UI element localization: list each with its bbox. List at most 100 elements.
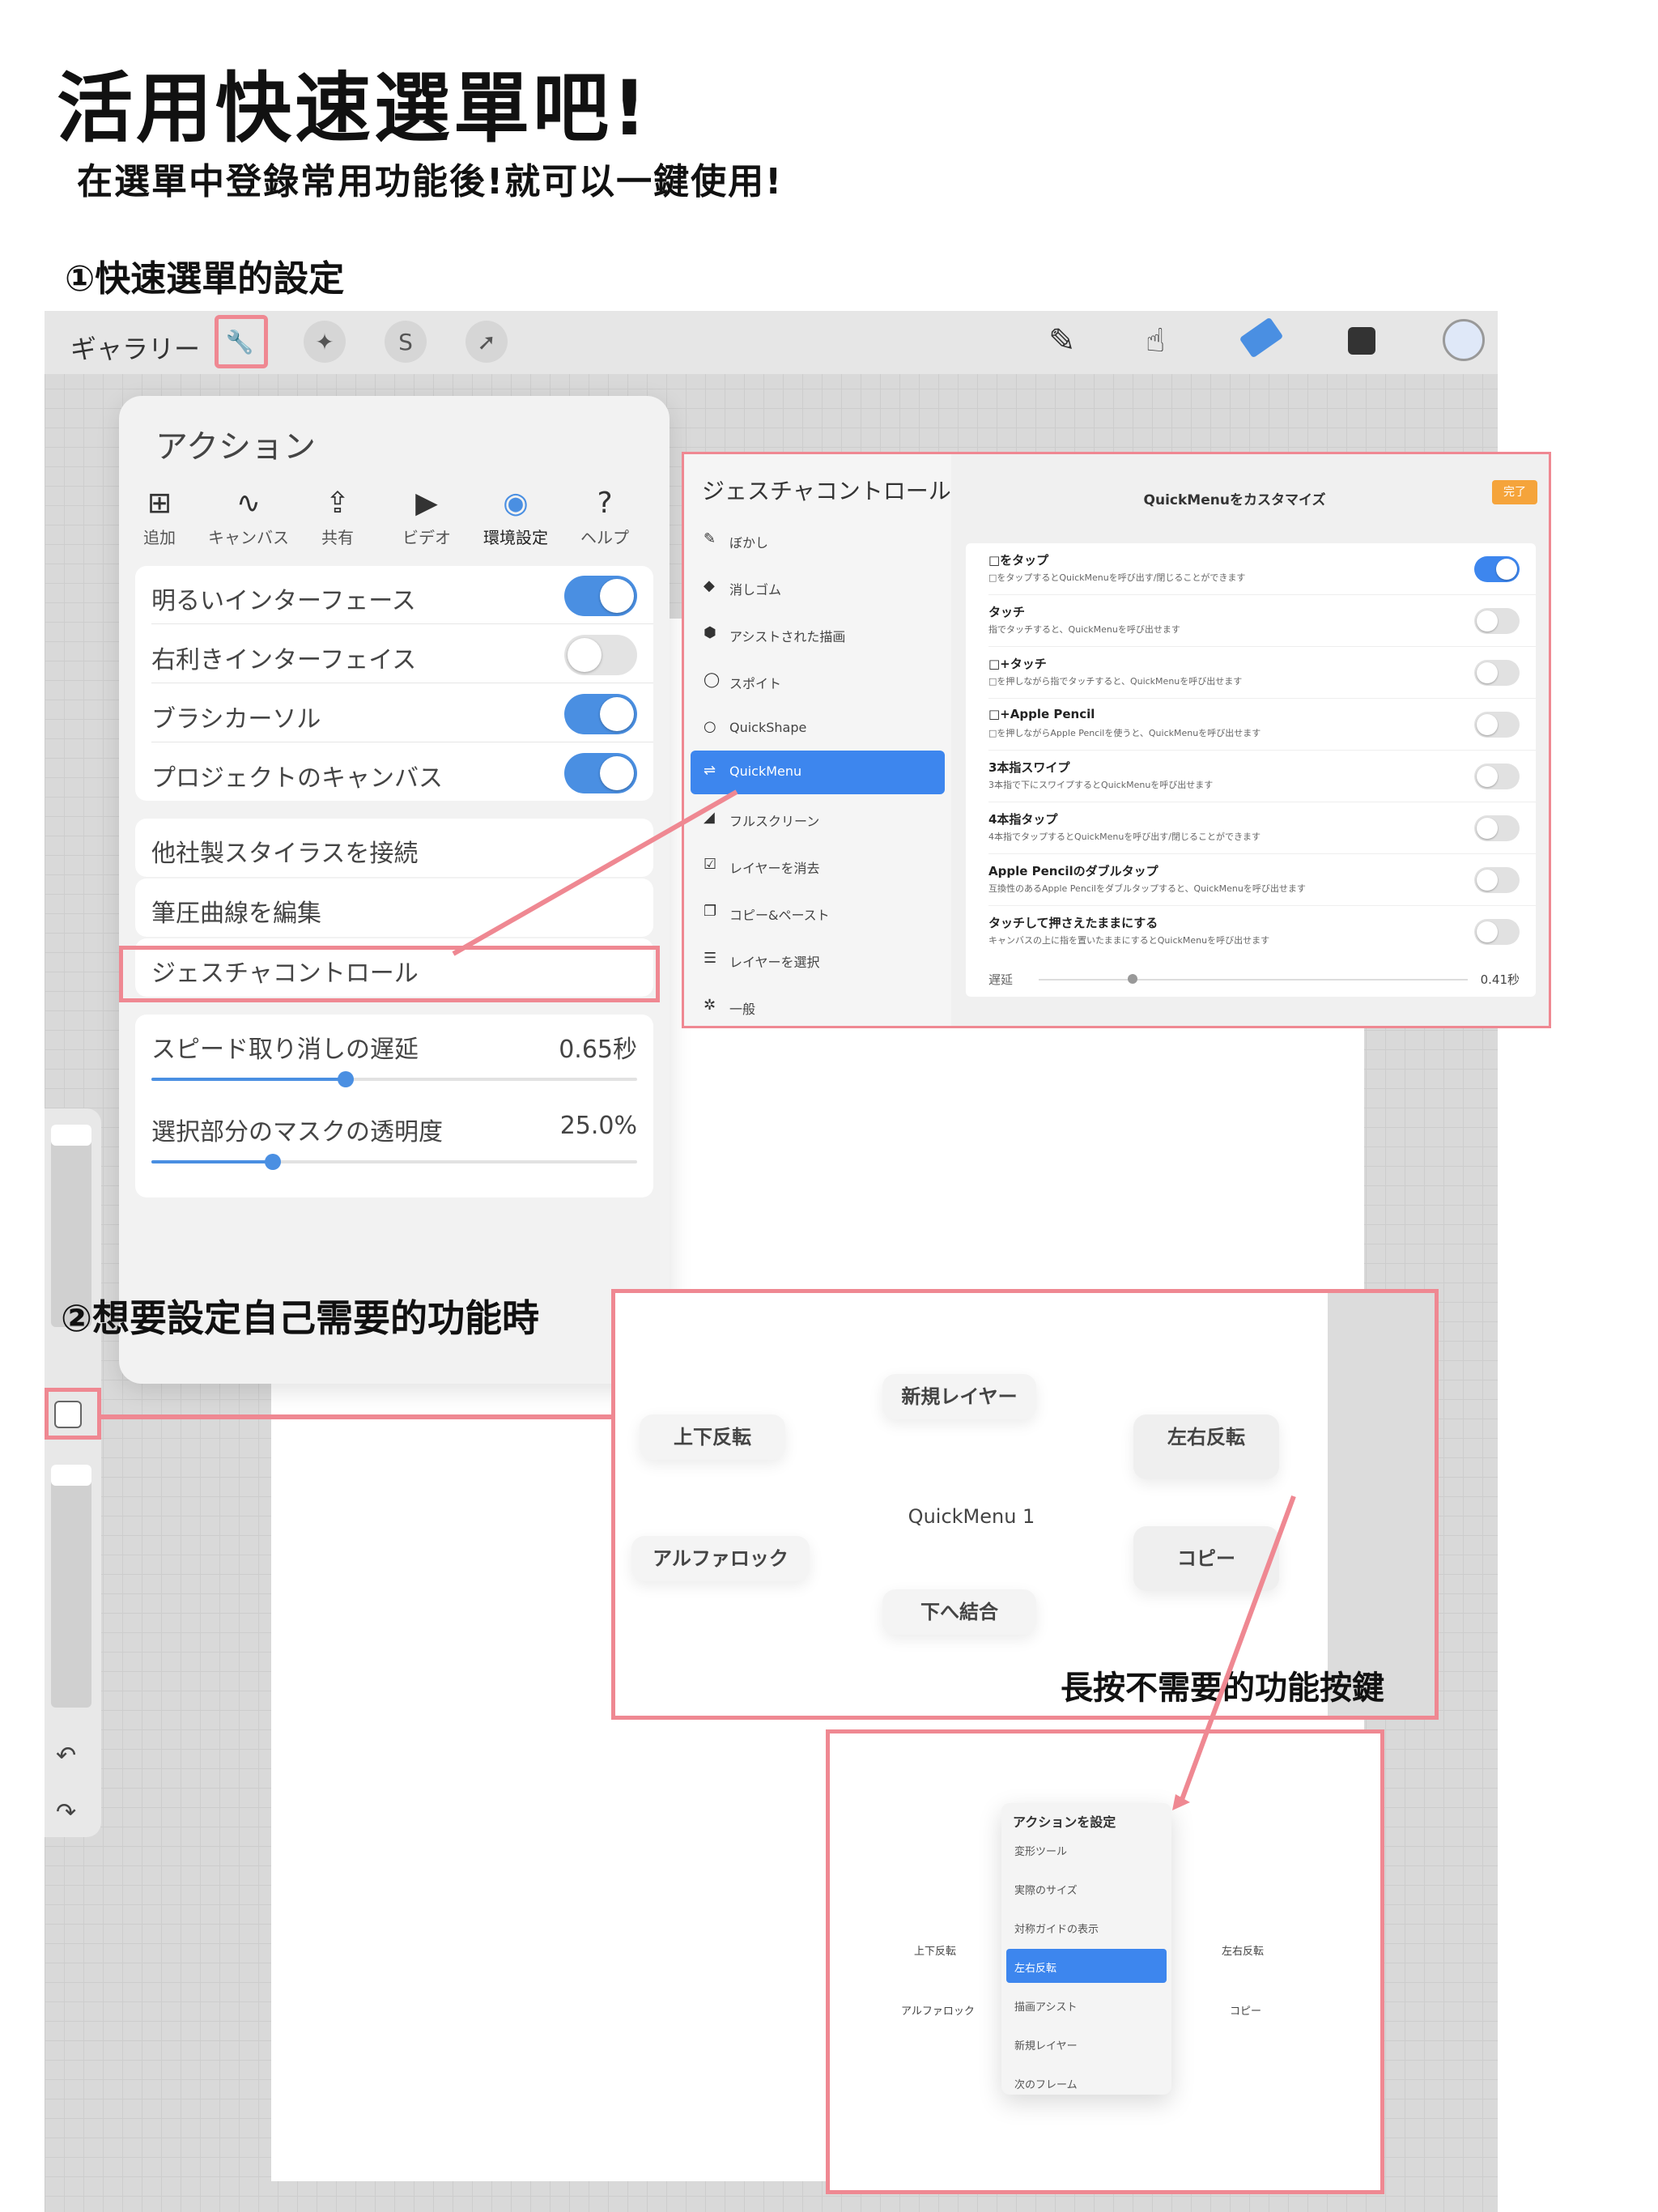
undo-delay-slider[interactable] [151, 1071, 637, 1087]
tab-canvas[interactable]: ∿ キャンバス [208, 487, 289, 548]
delay-slider-thumb[interactable] [1128, 974, 1137, 984]
quickmenu-slot-lower-left[interactable]: アルファロック [631, 1536, 810, 1581]
option-row[interactable]: タッチ 指でタッチすると、QuickMenuを呼び出せます [966, 595, 1536, 647]
eraser-icon[interactable] [1239, 317, 1284, 359]
option-toggle[interactable] [1474, 712, 1520, 738]
clear-layer-icon: ☑ [704, 856, 717, 873]
option-row[interactable]: □をタップ □をタップするとQuickMenuを呼び出す/閉じることができます [966, 543, 1536, 595]
share-icon: ⇪ [325, 487, 351, 520]
long-press-note: 長按不需要的功能按鍵 [1061, 1670, 1384, 1707]
tab-share[interactable]: ⇪ 共有 [297, 487, 378, 548]
option-row[interactable]: □+Apple Pencil □を押しながらApple Pencilを使うと、Qu… [966, 699, 1536, 751]
gear-icon: ✲ [704, 997, 716, 1014]
gallery-button[interactable]: ギャラリー [70, 329, 200, 366]
menu-item[interactable]: 実際のサイズ [1006, 1871, 1167, 1905]
option-toggle[interactable] [1474, 608, 1520, 634]
gesture-item-clear-layer[interactable]: ☑ レイヤーを消去 [691, 844, 945, 888]
mask-opacity-slider[interactable] [151, 1154, 637, 1170]
modify-button[interactable] [54, 1401, 82, 1428]
magic-wand-icon[interactable]: ✦ [304, 321, 346, 363]
gesture-item-select-layer[interactable]: ☰ レイヤーを選択 [691, 938, 945, 982]
canvas-edge [1328, 1293, 1435, 1716]
menu-item-selected[interactable]: 左右反転 [1006, 1949, 1167, 1983]
fullscreen-icon: ◢ [704, 809, 715, 826]
redo-icon[interactable]: ↷ [56, 1798, 76, 1827]
quickmenu-slot-top[interactable]: 新規レイヤー [882, 1374, 1036, 1419]
wrench-icon[interactable]: 🔧 [219, 321, 261, 363]
side-label-lower-right: コピー [1230, 2006, 1262, 2018]
layers-icon[interactable] [1348, 327, 1375, 355]
option-row[interactable]: 4本指タップ 4本指でタップするとQuickMenuを呼び出す/閉じることができま… [966, 802, 1536, 854]
slider-row-undo-delay[interactable]: スピード取り消しの遅延 0.65秒 [135, 1015, 653, 1104]
delay-slider[interactable] [1039, 979, 1468, 981]
tab-add[interactable]: ⊞ 追加 [119, 487, 200, 548]
toggle-row-brush-cursor[interactable]: ブラシカーソル [135, 684, 653, 742]
gesture-item-general[interactable]: ✲ 一般 [691, 985, 945, 1026]
color-icon[interactable] [1443, 319, 1485, 361]
quickmenu-slot-upper-right[interactable]: 左右反転 [1133, 1414, 1279, 1479]
option-row[interactable]: □+タッチ □を押しながら指でタッチすると、QuickMenuを呼び出せます [966, 647, 1536, 699]
eyedropper-icon: ◯ [704, 671, 721, 688]
gesture-item-eraser[interactable]: ◆ 消しゴム [691, 566, 945, 610]
selection-icon[interactable]: S [385, 321, 427, 363]
quickmenu-options-list: □をタップ □をタップするとQuickMenuを呼び出す/閉じることができます タ… [966, 543, 1536, 997]
gesture-settings-panel: ジェスチャコントロール ✎ ぼかし ◆ 消しゴム ⬢ アシストされた描画 ◯ スポイト … [682, 452, 1551, 1028]
gesture-item-fullscreen[interactable]: ◢ フルスクリーン [691, 798, 945, 841]
menu-item[interactable]: 描画アシスト [1006, 1988, 1167, 2022]
opacity-slider[interactable] [51, 1465, 91, 1708]
quickmenu-slot-bottom[interactable]: 下へ結合 [882, 1589, 1036, 1635]
option-row[interactable]: 3本指スワイプ 3本指で下にスワイプするとQuickMenuを呼び出せます [966, 751, 1536, 802]
blur-icon: ✎ [704, 530, 716, 547]
canvas-icon: ∿ [236, 487, 261, 520]
link-stylus[interactable]: 他社製スタイラスを接続 [135, 819, 653, 877]
toggle-switch[interactable] [564, 694, 637, 734]
toggle-row-right-hand[interactable]: 右利きインターフェイス [135, 625, 653, 683]
tab-video[interactable]: ▶ ビデオ [386, 487, 467, 548]
top-toolbar: ギャラリー 🔧 ✦ S ➚ ✎ ☝ [45, 311, 1498, 374]
brush-icon[interactable]: ✎ [1048, 322, 1076, 359]
toggle-switch[interactable] [564, 635, 637, 675]
quickmenu-slot-lower-right[interactable]: コピー [1133, 1526, 1279, 1591]
menu-item[interactable]: 次のフレーム [1006, 2065, 1167, 2099]
done-button[interactable]: 完了 [1492, 480, 1537, 504]
assist-icon: ⬢ [704, 624, 716, 641]
toggle-row-light-interface[interactable]: 明るいインターフェース [135, 566, 653, 624]
gesture-sidebar: ジェスチャコントロール ✎ ぼかし ◆ 消しゴム ⬢ アシストされた描画 ◯ スポイト … [684, 454, 951, 1026]
tab-preferences[interactable]: ◉ 環境設定 [475, 487, 556, 548]
gesture-item-quickmenu[interactable]: ⇌ QuickMenu [691, 751, 945, 794]
help-icon: ? [597, 487, 613, 520]
toggle-switch[interactable] [564, 753, 637, 793]
delay-value: 0.41秒 [1480, 972, 1520, 987]
eraser-icon: ◆ [704, 577, 715, 594]
gesture-item-assist[interactable]: ⬢ アシストされた描画 [691, 613, 945, 657]
gesture-item-quickshape[interactable]: ○ QuickShape [691, 707, 945, 751]
option-toggle[interactable] [1474, 556, 1520, 582]
undo-icon[interactable]: ↶ [56, 1742, 76, 1770]
option-toggle[interactable] [1474, 815, 1520, 841]
slider-row-mask-opacity[interactable]: 選択部分のマスクの透明度 25.0% [135, 1097, 653, 1186]
toggle-switch[interactable] [564, 576, 637, 616]
toggle-row-project-canvas[interactable]: プロジェクトのキャンバス [135, 743, 653, 802]
option-toggle[interactable] [1474, 764, 1520, 789]
gesture-title: ジェスチャコントロール [702, 478, 951, 504]
option-toggle[interactable] [1474, 919, 1520, 945]
quickmenu-center[interactable]: QuickMenu 1 [891, 1505, 1052, 1528]
gesture-item-blur[interactable]: ✎ ぼかし [691, 519, 945, 563]
link-pressure-curve[interactable]: 筆圧曲線を編集 [135, 878, 653, 937]
step2-heading: ②想要設定自己需要的功能時 [61, 1296, 539, 1340]
option-row[interactable]: タッチして押さえたままにする キャンバスの上に指を置いたままにするとQuickMe… [966, 906, 1536, 958]
gesture-item-copy-paste[interactable]: ❐ コピー&ペースト [691, 891, 945, 935]
menu-item[interactable]: 対称ガイドの表示 [1006, 1910, 1167, 1944]
option-toggle[interactable] [1474, 660, 1520, 686]
gesture-item-eyedropper[interactable]: ◯ スポイト [691, 660, 945, 704]
tab-help[interactable]: ? ヘルプ [564, 487, 645, 548]
quickmenu-slot-upper-left[interactable]: 上下反転 [640, 1414, 785, 1460]
menu-item[interactable]: 変形ツール [1006, 1832, 1167, 1866]
actions-panel: アクション ⊞ 追加 ∿ キャンバス ⇪ 共有 ▶ ビデオ ◉ 環境設定 ? ヘルプ 明るい… [119, 396, 670, 1384]
smudge-icon[interactable]: ☝ [1146, 322, 1165, 359]
transform-arrow-icon[interactable]: ➚ [466, 321, 508, 363]
option-row[interactable]: Apple Pencilのダブルタップ 互換性のあるApple Pencilをダブ… [966, 854, 1536, 906]
option-toggle[interactable] [1474, 867, 1520, 893]
menu-item[interactable]: 新規レイヤー [1006, 2027, 1167, 2061]
delay-label: 遅延 [988, 972, 1014, 987]
